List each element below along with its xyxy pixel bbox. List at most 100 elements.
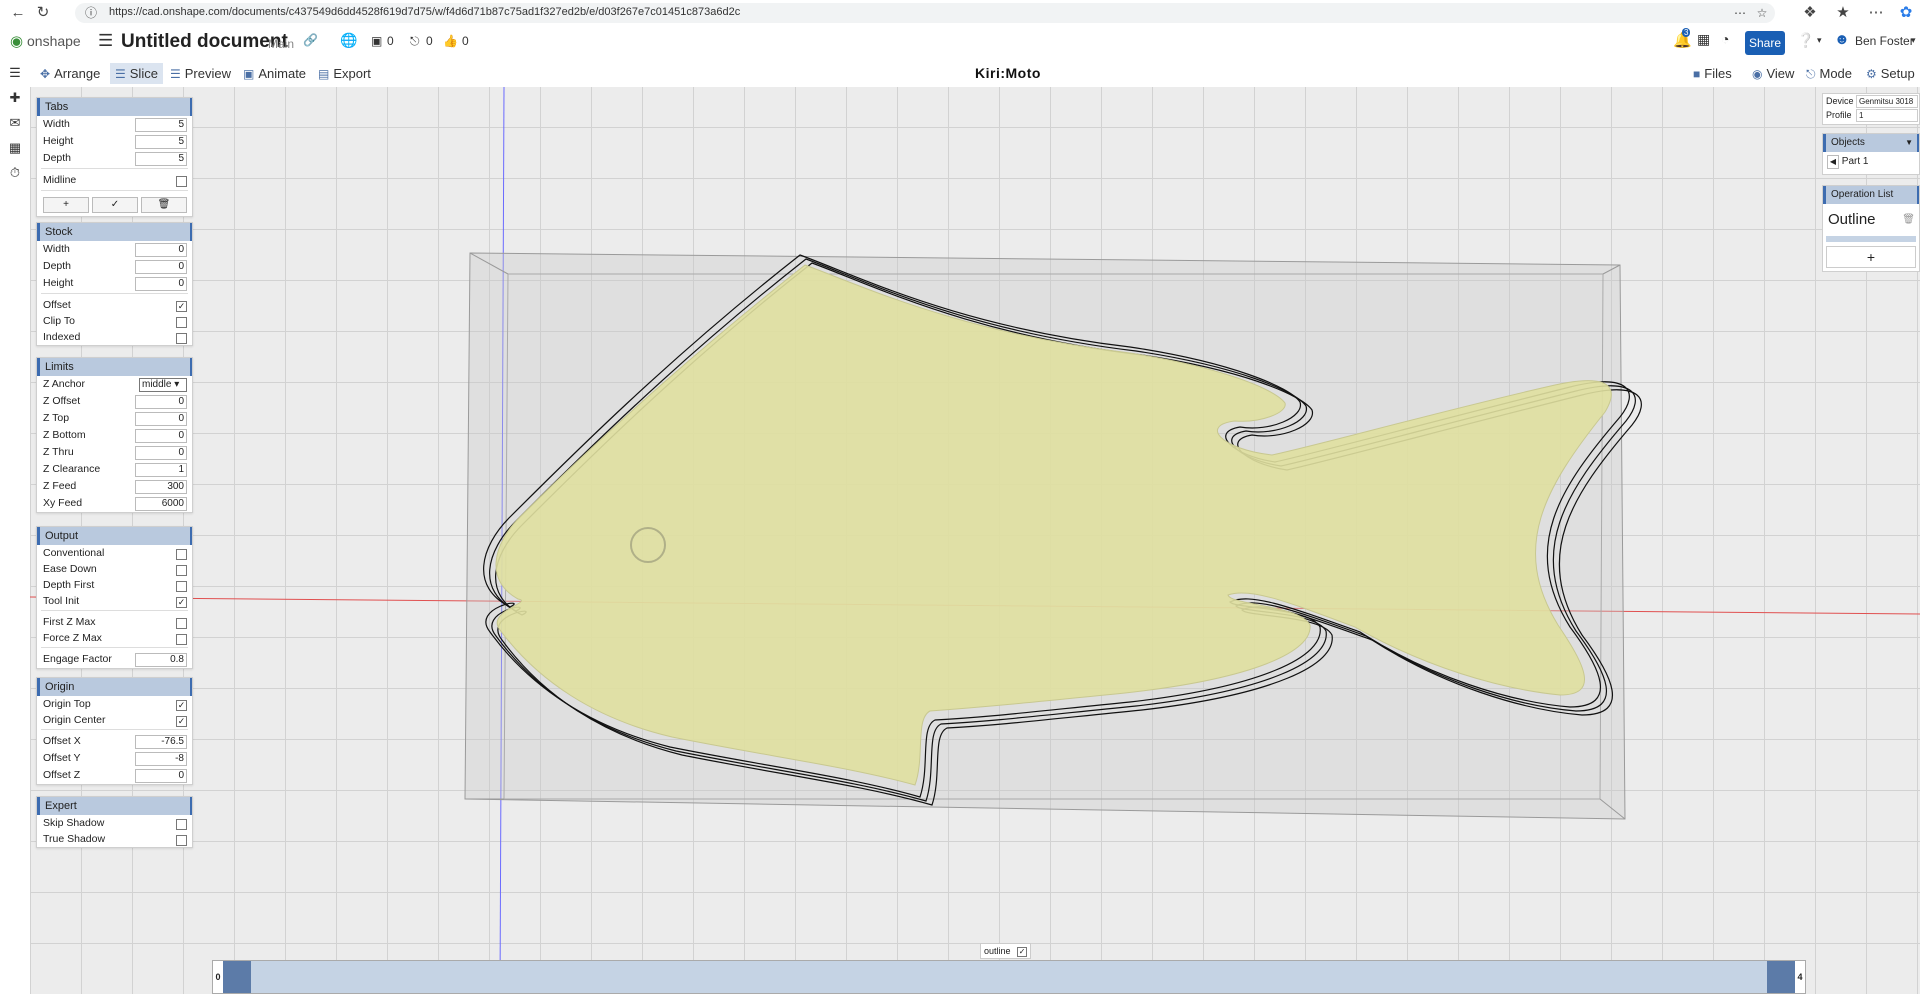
origintop-checkbox[interactable]: ✓ [176,700,187,711]
trash-icon[interactable]: 🗑 [141,197,187,213]
versions-icon[interactable]: ▣ [371,34,382,48]
3d-viewport[interactable] [30,87,1920,994]
stock-height-label: Height [43,277,74,289]
profile-select[interactable]: 1 [1856,109,1918,122]
part-row[interactable]: ◀ Part 1 [1823,152,1919,172]
xyfeed-input[interactable]: 6000 [135,497,187,511]
easedown-checkbox[interactable] [176,565,187,576]
ztop-input[interactable]: 0 [135,412,187,426]
files-button[interactable]: ■ Files [1688,63,1737,84]
copilot-icon[interactable]: ✿ [1896,3,1916,23]
timer-icon[interactable]: ⏱ [7,165,23,181]
zoffset-input[interactable]: 0 [135,395,187,409]
branch-icon[interactable]: ⎋ [410,34,420,49]
address-bar[interactable]: ⓘ https://cad.onshape.com/documents/c437… [75,3,1775,23]
stock-panel-header[interactable]: Stock [37,223,192,241]
tabs-midline-checkbox[interactable] [176,176,187,187]
layer-end-handle[interactable] [1767,961,1795,993]
skipshadow-checkbox[interactable] [176,819,187,830]
trash-icon[interactable]: 🗑 [1902,204,1915,236]
zanchor-select[interactable]: middle ▾ [139,378,187,392]
slice-button[interactable]: ☰ Slice [110,63,163,84]
export-button[interactable]: ▤ Export [313,63,376,84]
more-icon[interactable]: ⋯ [1730,3,1750,23]
stock-offset-checkbox[interactable]: ✓ [176,301,187,312]
stock-width-input[interactable]: 0 [135,243,187,257]
outline-checkbox[interactable]: ✓ [1017,947,1028,957]
insert-icon[interactable]: ✚ [7,90,23,106]
appearance-icon[interactable]: ▦ [7,140,23,156]
depthfirst-checkbox[interactable] [176,581,187,592]
back-icon[interactable]: ← [8,3,28,23]
conventional-checkbox[interactable] [176,549,187,560]
objects-dropdown-icon[interactable]: ▼ [1905,134,1917,152]
help-icon[interactable]: ❔ [1797,32,1814,49]
menu-icon[interactable]: ⋯ [1866,3,1886,23]
device-select[interactable]: Genmitsu 3018 [1856,95,1918,108]
refresh-icon[interactable]: ↻ [33,3,53,23]
user-avatar-icon[interactable]: ☻ [1834,31,1850,48]
arrange-button[interactable]: ✥ Arrange [35,63,105,84]
user-name[interactable]: Ben Foster [1855,34,1914,48]
view-button[interactable]: ◉ View [1747,63,1799,84]
setup-button[interactable]: ⚙ Setup [1861,63,1920,84]
scene-svg [30,87,1920,994]
animate-button[interactable]: ▣ Animate [238,63,311,84]
like-icon[interactable]: 👍 [443,34,458,48]
arrange-icon: ✥ [40,67,51,81]
document-title[interactable]: Untitled document [121,31,288,53]
trueshadow-checkbox[interactable] [176,835,187,846]
expert-panel-header[interactable]: Expert [37,797,192,815]
zfeed-input[interactable]: 300 [135,480,187,494]
user-chevron-icon[interactable]: ▾ [1911,35,1916,46]
feature-list-icon[interactable]: ☰ [7,65,23,81]
favorites-icon[interactable]: ★ [1833,3,1853,23]
onshape-logo[interactable]: onshape [27,33,81,49]
link-icon[interactable]: 🔗 [303,33,318,47]
add-operation-button[interactable]: + [1826,246,1916,268]
stock-clipto-checkbox[interactable] [176,317,187,328]
confirm-tab-button[interactable]: ✓ [92,197,138,213]
toolinit-checkbox[interactable]: ✓ [176,597,187,608]
stock-height-input[interactable]: 0 [135,277,187,291]
origin-panel-header[interactable]: Origin [37,678,192,696]
firstzmax-checkbox[interactable] [176,618,187,629]
learning-icon[interactable]: ◔ [1721,31,1729,47]
limits-panel-header[interactable]: Limits [37,358,192,376]
forcezmax-checkbox[interactable] [176,634,187,645]
offsety-input[interactable]: -8 [135,752,187,766]
stock-indexed-checkbox[interactable] [176,333,187,344]
help-chevron-icon[interactable]: ▾ [1817,35,1822,46]
site-info-icon[interactable]: ⓘ [81,3,101,23]
apps-icon[interactable]: ▦ [1697,31,1710,48]
objects-header[interactable]: Objects ▼ [1823,134,1919,152]
extensions-icon[interactable]: ❖ [1800,3,1820,23]
operation-list-header[interactable]: Operation List [1823,186,1919,204]
star-icon[interactable]: ☆ [1752,3,1772,23]
add-tab-button[interactable]: + [43,197,89,213]
offsetz-input[interactable]: 0 [135,769,187,783]
globe-icon[interactable]: 🌐 [340,32,357,49]
mode-button[interactable]: ⎋ Mode [1801,63,1857,84]
output-panel-header[interactable]: Output [37,527,192,545]
operation-outline[interactable]: Outline 🗑 [1823,204,1919,236]
offsetx-input[interactable]: -76.5 [135,735,187,749]
tabs-width-input[interactable]: 5 [135,118,187,132]
zbottom-input[interactable]: 0 [135,429,187,443]
zthru-input[interactable]: 0 [135,446,187,460]
hamburger-icon[interactable]: ☰ [98,31,113,51]
tabs-panel-header[interactable]: Tabs [37,98,192,116]
stock-depth-input[interactable]: 0 [135,260,187,274]
preview-button[interactable]: ☰ Preview [165,63,236,84]
layer-start-handle[interactable] [223,961,251,993]
outline-layer-toggle[interactable]: outline ✓ [980,943,1032,959]
tabs-height-input[interactable]: 5 [135,135,187,149]
engage-input[interactable]: 0.8 [135,653,187,667]
tabs-depth-input[interactable]: 5 [135,152,187,166]
layer-slider[interactable]: 0 4 [212,960,1806,994]
zclearance-input[interactable]: 1 [135,463,187,477]
comments-icon[interactable]: ✉ [7,115,23,131]
share-button[interactable]: Share [1745,31,1785,55]
caret-left-icon[interactable]: ◀ [1827,155,1839,169]
origincenter-checkbox[interactable]: ✓ [176,716,187,727]
